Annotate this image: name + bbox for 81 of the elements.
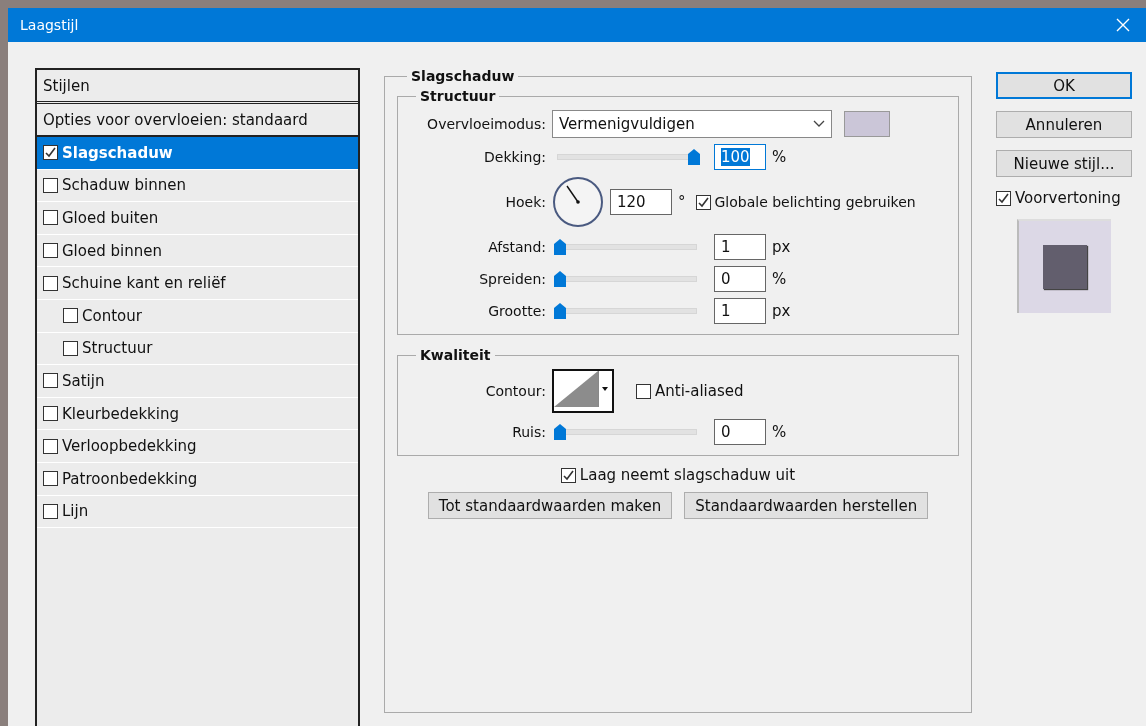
slider[interactable] — [554, 149, 700, 165]
style-list-item[interactable]: Structuur — [37, 332, 358, 366]
caret-icon — [598, 371, 611, 407]
unit-label: % — [772, 148, 787, 166]
checkbox[interactable] — [43, 373, 58, 389]
group-title: Structuur — [419, 88, 497, 104]
field-label: Grootte: — [487, 303, 546, 319]
unit-label: % — [772, 423, 787, 441]
slider-thumb[interactable] — [554, 424, 566, 440]
checkbox[interactable] — [43, 438, 58, 454]
checkbox[interactable] — [43, 145, 58, 161]
slider[interactable] — [554, 424, 700, 440]
checkbox[interactable] — [43, 177, 58, 193]
unit-label: px — [772, 302, 791, 320]
contour-curve-icon — [554, 371, 598, 407]
close-icon — [1116, 18, 1130, 32]
style-list-item[interactable]: Kleurbedekking — [37, 397, 358, 431]
checkbox[interactable] — [695, 194, 711, 210]
checkbox[interactable] — [43, 243, 58, 259]
style-list-item[interactable]: Lijn — [37, 495, 358, 529]
anti-aliased-checkbox[interactable]: Anti-aliased — [636, 382, 744, 400]
slider[interactable] — [554, 271, 700, 287]
panel-header: Stijlen — [37, 70, 358, 104]
input-field[interactable]: 120 — [610, 189, 672, 215]
field-label: Overvloeimodus: — [426, 116, 546, 132]
knockout-checkbox[interactable]: Laag neemt slagschaduw uit — [560, 466, 796, 484]
checkbox[interactable] — [43, 210, 58, 226]
style-list-item[interactable]: Gloed binnen — [37, 234, 358, 268]
blend-mode-dropdown[interactable]: Vermenigvuldigen — [552, 110, 832, 138]
window-title: Laagstijl — [20, 17, 79, 33]
style-list-item[interactable]: Schaduw binnen — [37, 169, 358, 203]
checkbox[interactable] — [560, 467, 576, 483]
slider-thumb[interactable] — [554, 303, 566, 319]
field-label: Ruis: — [511, 424, 546, 440]
preview-checkbox[interactable]: Voorvertoning — [996, 189, 1132, 207]
unit-label: px — [772, 238, 791, 256]
checkbox[interactable] — [43, 406, 58, 422]
slider-thumb[interactable] — [554, 239, 566, 255]
global-light-checkbox[interactable]: Globale belichting gebruiken — [695, 194, 916, 210]
slider-thumb[interactable] — [688, 149, 700, 165]
unit-label: % — [772, 270, 787, 288]
group-title: Slagschaduw — [410, 68, 516, 84]
checkbox[interactable] — [996, 190, 1011, 206]
slider-thumb[interactable] — [554, 271, 566, 287]
style-list-item[interactable]: Schuine kant en reliëf — [37, 267, 358, 300]
dialog-button[interactable]: Annuleren — [996, 111, 1132, 138]
defaults-button[interactable]: Standaardwaarden herstellen — [684, 492, 929, 519]
unit-label: ° — [678, 193, 686, 211]
dialog-button[interactable]: Nieuwe stijl... — [996, 150, 1132, 177]
style-list-item[interactable]: Contour — [37, 299, 358, 333]
field-label: Afstand: — [487, 239, 546, 255]
color-swatch[interactable] — [844, 111, 890, 137]
field-label: Contour: — [484, 383, 546, 399]
contour-picker[interactable] — [552, 369, 614, 413]
defaults-button[interactable]: Tot standaardwaarden maken — [427, 492, 673, 519]
checkbox[interactable] — [636, 383, 651, 399]
style-list-item[interactable]: Patroonbedekking — [37, 462, 358, 496]
field-label: Hoek: — [504, 194, 546, 210]
angle-dial-icon[interactable] — [552, 176, 604, 228]
input-field[interactable]: 0 — [714, 419, 766, 445]
checkbox[interactable] — [43, 503, 58, 519]
input-field[interactable]: 1 — [714, 298, 766, 324]
checkbox[interactable] — [43, 275, 58, 291]
dialog-button[interactable]: OK — [996, 72, 1132, 99]
slider[interactable] — [554, 239, 700, 255]
checkbox[interactable] — [43, 471, 58, 487]
input-field[interactable]: 1 — [714, 234, 766, 260]
chevron-down-icon — [813, 120, 825, 128]
group-title: Kwaliteit — [419, 347, 492, 363]
slider[interactable] — [554, 303, 700, 319]
style-list-item[interactable]: Gloed buiten — [37, 202, 358, 235]
preview-square — [1043, 245, 1087, 289]
checkbox[interactable] — [63, 340, 78, 356]
style-list-item[interactable]: Satijn — [37, 365, 358, 398]
field-label: Dekking: — [483, 149, 546, 165]
field-label: Spreiden: — [478, 271, 546, 287]
input-field[interactable]: 100 — [714, 144, 766, 170]
style-list-item[interactable]: Verloopbedekking — [37, 430, 358, 463]
input-field[interactable]: 0 — [714, 266, 766, 292]
checkbox[interactable] — [63, 308, 78, 324]
style-list-item[interactable]: Slagschaduw — [37, 137, 358, 170]
